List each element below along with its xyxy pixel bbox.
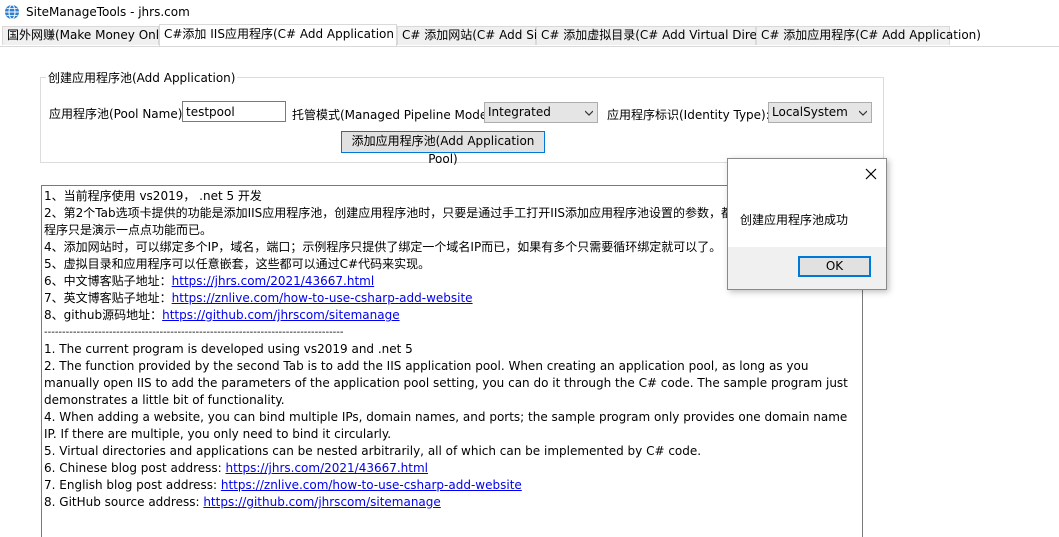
- chinese-blog-link[interactable]: https://jhrs.com/2021/43667.html: [172, 274, 375, 288]
- add-application-groupbox: 创建应用程序池(Add Application) 应用程序池(Pool Name…: [40, 69, 884, 166]
- app-globe-icon: [5, 4, 19, 20]
- identity-type-select[interactable]: LocalSystem: [768, 102, 872, 123]
- log-line: 8、github源码地址：https://github.com/jhrscom/…: [44, 307, 862, 324]
- tab-panel: 创建应用程序池(Add Application) 应用程序池(Pool Name…: [0, 47, 1059, 537]
- log-label: 7. English blog post address:: [44, 478, 221, 492]
- log-line: 1. The current program is developed usin…: [44, 342, 413, 356]
- log-label: 8、github源码地址：: [44, 308, 163, 322]
- window-title: SiteManageTools - jhrs.com: [26, 5, 190, 19]
- tab-add-application[interactable]: C# 添加应用程序(C# Add Application): [756, 26, 981, 45]
- ok-button[interactable]: OK: [798, 256, 871, 277]
- chevron-down-icon: [859, 110, 867, 116]
- log-line: 8. GitHub source address: https://github…: [44, 494, 862, 511]
- tab-add-site[interactable]: C# 添加网站(C# Add Site): [397, 26, 554, 45]
- message-box: 创建应用程序池成功 OK: [727, 158, 887, 290]
- chinese-blog-link-en[interactable]: https://jhrs.com/2021/43667.html: [225, 461, 428, 475]
- tab-add-application-pool[interactable]: C#添加 IIS应用程序(C# Add Application Pool): [159, 24, 427, 46]
- tab-make-money-online[interactable]: 国外网赚(Make Money Online): [2, 26, 182, 45]
- title-bar: SiteManageTools - jhrs.com: [0, 0, 1059, 24]
- pipeline-mode-select[interactable]: Integrated: [484, 102, 598, 123]
- message-text: 创建应用程序池成功: [740, 213, 849, 227]
- pipeline-mode-label: 托管模式(Managed Pipeline Mode):: [292, 108, 496, 122]
- pool-name-label: 应用程序池(Pool Name):: [49, 107, 187, 121]
- log-label: 7、英文博客贴子地址：: [44, 291, 172, 305]
- groupbox-legend: 创建应用程序池(Add Application): [46, 69, 238, 86]
- log-line: 2. The function provided by the second T…: [44, 359, 848, 407]
- log-line: 7. English blog post address: https://zn…: [44, 477, 862, 494]
- english-blog-link[interactable]: https://znlive.com/how-to-use-csharp-add…: [172, 291, 473, 305]
- pipeline-mode-value: Integrated: [488, 105, 551, 119]
- log-line: 5. Virtual directories and applications …: [44, 444, 702, 458]
- log-label: 6、中文博客贴子地址：: [44, 274, 172, 288]
- log-separator: ----------------------------------------…: [44, 327, 344, 338]
- add-application-pool-button[interactable]: 添加应用程序池(Add Application Pool): [341, 131, 545, 166]
- chevron-down-icon: [585, 110, 593, 116]
- github-link[interactable]: https://github.com/jhrscom/sitemanage: [162, 308, 399, 322]
- tab-add-virtual-directory[interactable]: C# 添加虚拟目录(C# Add Virtual Directory): [536, 26, 792, 45]
- dialog-footer: OK: [728, 247, 886, 289]
- close-icon[interactable]: [864, 167, 878, 181]
- log-line: 4. When adding a website, you can bind m…: [44, 410, 848, 441]
- log-label: 8. GitHub source address:: [44, 495, 204, 509]
- english-blog-link-en[interactable]: https://znlive.com/how-to-use-csharp-add…: [221, 478, 522, 492]
- pool-name-input[interactable]: [182, 101, 286, 122]
- github-link-en[interactable]: https://github.com/jhrscom/sitemanage: [203, 495, 440, 509]
- identity-type-label: 应用程序标识(Identity Type):: [607, 108, 770, 122]
- identity-type-value: LocalSystem: [772, 105, 848, 119]
- log-label: 6. Chinese blog post address:: [44, 461, 226, 475]
- log-line: 7、英文博客贴子地址：https://znlive.com/how-to-use…: [44, 290, 862, 307]
- log-line: 6. Chinese blog post address: https://jh…: [44, 460, 862, 477]
- tab-strip: 国外网赚(Make Money Online) C#添加 IIS应用程序(C# …: [0, 24, 1059, 47]
